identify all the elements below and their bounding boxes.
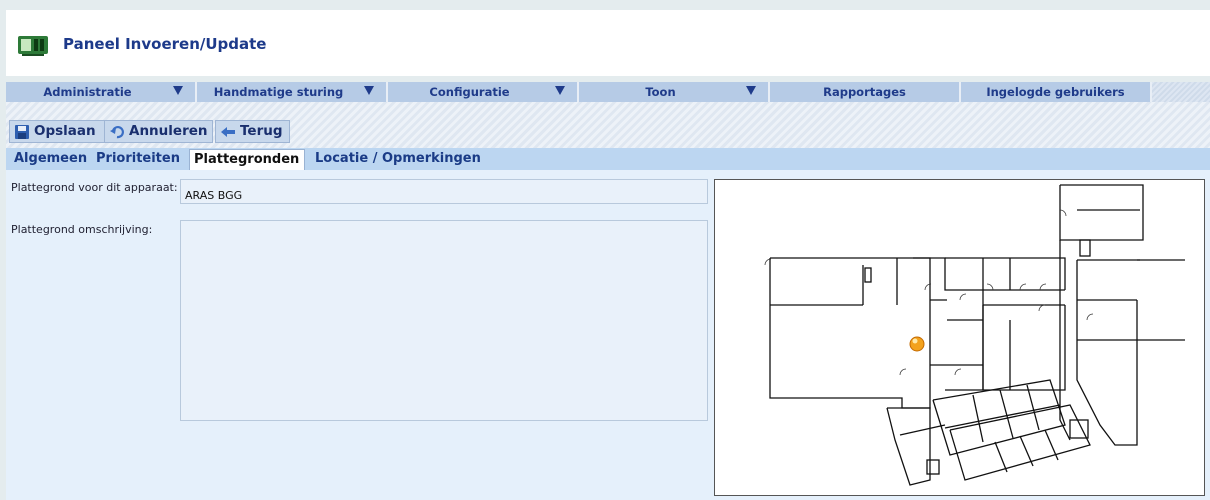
dropdown-arrow-icon xyxy=(746,86,756,95)
floorplan-label: Plattegrond voor dit apparaat: xyxy=(11,181,178,194)
back-button[interactable]: Terug xyxy=(215,120,290,143)
nav-handmatige-sturing[interactable]: Handmatige sturing xyxy=(197,82,388,102)
page-title: Paneel Invoeren/Update xyxy=(63,35,267,53)
nav-rapportages[interactable]: Rapportages xyxy=(770,82,961,102)
device-marker-icon xyxy=(909,336,925,352)
main-nav: Administratie Handmatige sturing Configu… xyxy=(6,82,1210,102)
nav-item-label: Rapportages xyxy=(823,85,906,99)
floorplan-image[interactable] xyxy=(714,179,1205,496)
back-label: Terug xyxy=(240,123,283,139)
save-label: Opslaan xyxy=(34,123,96,139)
panel-icon xyxy=(18,36,48,56)
description-textarea[interactable] xyxy=(180,220,708,421)
description-label: Plattegrond omschrijving: xyxy=(11,223,153,236)
nav-configuratie[interactable]: Configuratie xyxy=(388,82,579,102)
undo-icon xyxy=(110,126,124,139)
dropdown-arrow-icon xyxy=(173,86,183,95)
tab-bar: Algemeen Prioriteiten Plattegronden Loca… xyxy=(6,148,1210,170)
tab-prioriteiten[interactable]: Prioriteiten xyxy=(92,149,184,170)
save-button[interactable]: Opslaan xyxy=(9,120,112,143)
floppy-disk-icon xyxy=(15,125,29,139)
nav-item-label: Administratie xyxy=(43,85,132,99)
nav-administratie[interactable]: Administratie xyxy=(6,82,197,102)
cancel-label: Annuleren xyxy=(129,123,208,139)
nav-item-label: Configuratie xyxy=(429,85,510,99)
nav-toon[interactable]: Toon xyxy=(579,82,770,102)
nav-item-label: Ingelogde gebruikers xyxy=(986,85,1125,99)
nav-ingelogde-gebruikers[interactable]: Ingelogde gebruikers xyxy=(961,82,1152,102)
tab-algemeen[interactable]: Algemeen xyxy=(10,149,91,170)
app-header: Paneel Invoeren/Update xyxy=(6,10,1210,76)
tab-locatie-opmerkingen[interactable]: Locatie / Opmerkingen xyxy=(311,149,485,170)
nav-filler xyxy=(1152,82,1210,102)
dropdown-arrow-icon xyxy=(555,86,565,95)
arrow-left-icon xyxy=(221,127,235,137)
tab-plattegronden[interactable]: Plattegronden xyxy=(189,149,305,170)
nav-item-label: Toon xyxy=(645,85,676,99)
floorplan-field[interactable]: ARAS BGG xyxy=(180,179,708,204)
dropdown-arrow-icon xyxy=(364,86,374,95)
nav-item-label: Handmatige sturing xyxy=(213,85,344,99)
cancel-button[interactable]: Annuleren xyxy=(104,120,213,143)
floorplan-drawing xyxy=(764,184,1185,486)
floorplan-value: ARAS BGG xyxy=(185,189,243,202)
